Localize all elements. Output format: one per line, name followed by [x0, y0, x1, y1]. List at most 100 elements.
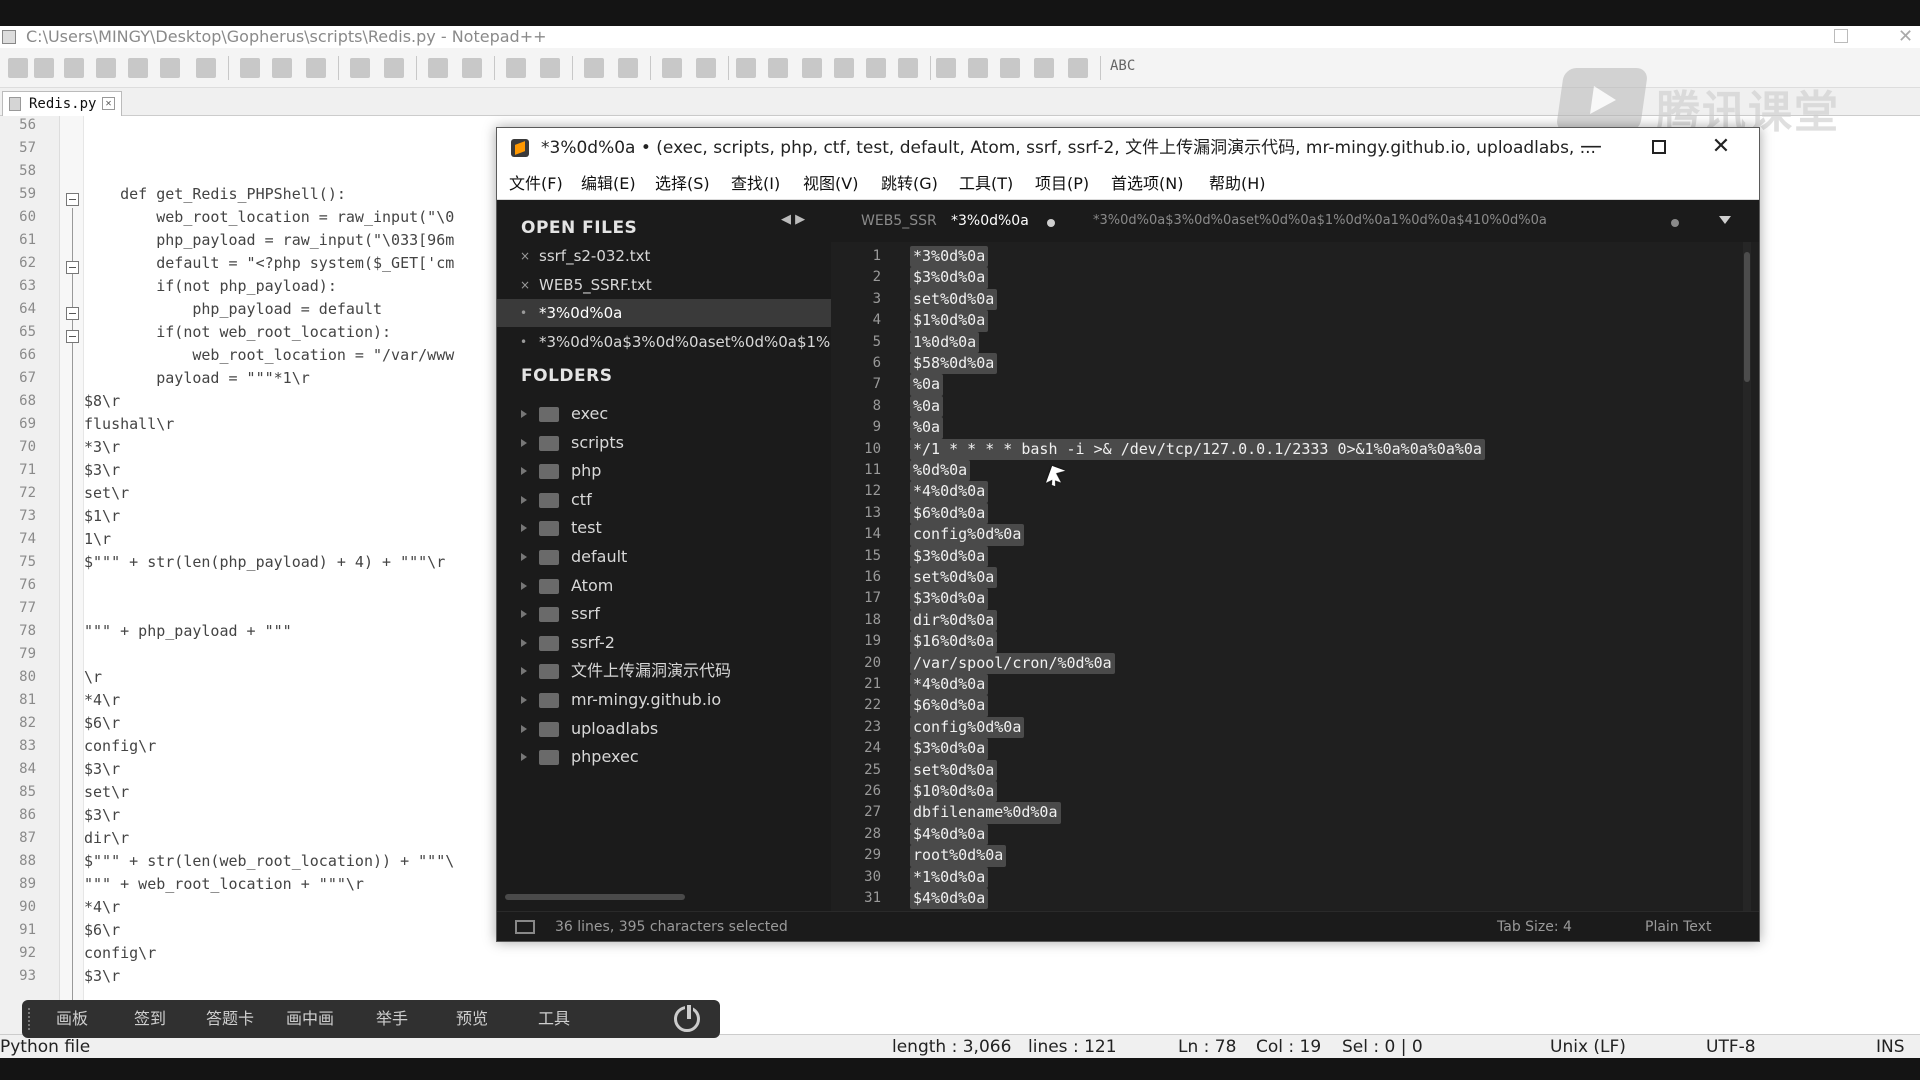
- folder-item[interactable]: uploadlabs: [497, 715, 831, 743]
- folder-item[interactable]: 文件上传漏洞演示代码: [497, 657, 831, 685]
- expand-arrow-icon[interactable]: [521, 667, 527, 676]
- unsaved-dot-icon[interactable]: •: [520, 299, 527, 327]
- maximize-button[interactable]: [1631, 128, 1687, 168]
- menu-project[interactable]: 项目(P): [1035, 168, 1089, 200]
- sidebar-scrollbar[interactable]: [505, 894, 685, 900]
- tab-redis-py[interactable]: Redis.py ✕: [2, 91, 122, 116]
- expand-arrow-icon[interactable]: [521, 753, 527, 762]
- save-icon[interactable]: [64, 58, 84, 78]
- folder-item[interactable]: ssrf-2: [497, 629, 831, 657]
- expand-arrow-icon[interactable]: [521, 410, 527, 418]
- folder-item[interactable]: phpexec: [497, 743, 831, 771]
- power-icon[interactable]: [674, 1003, 700, 1032]
- restore-icon[interactable]: [1834, 29, 1848, 43]
- expand-arrow-icon[interactable]: [521, 610, 527, 619]
- close-tab-icon[interactable]: ✕: [102, 97, 115, 110]
- panel-toggle-icon[interactable]: [515, 920, 535, 934]
- folder-item[interactable]: exec: [497, 400, 831, 428]
- expand-arrow-icon[interactable]: [521, 581, 527, 590]
- close-icon[interactable]: ✕: [1898, 26, 1913, 48]
- close-all-icon[interactable]: [160, 58, 180, 78]
- open-file-icon[interactable]: [34, 58, 54, 78]
- monitoring-icon[interactable]: [898, 58, 918, 78]
- expand-arrow-icon[interactable]: [521, 696, 527, 704]
- folder-item[interactable]: test: [497, 514, 831, 542]
- close-button[interactable]: ✕: [1693, 128, 1749, 168]
- expand-arrow-icon[interactable]: [521, 553, 527, 561]
- menu-find[interactable]: 查找(I): [731, 168, 780, 200]
- folder-workspace-icon[interactable]: [866, 58, 886, 78]
- replace-icon[interactable]: [462, 58, 482, 78]
- sync-horizontal-icon[interactable]: [618, 58, 638, 78]
- new-file-icon[interactable]: [8, 58, 28, 78]
- tab-nav-arrows-icon[interactable]: ◀ ▶: [781, 212, 805, 227]
- print-icon[interactable]: [196, 58, 216, 78]
- menu-help[interactable]: 帮助(H): [1209, 168, 1266, 200]
- function-list-icon[interactable]: [834, 58, 854, 78]
- tools-button[interactable]: 工具: [538, 1000, 570, 1038]
- close-file-icon[interactable]: ×: [520, 242, 530, 270]
- picture-in-picture-button[interactable]: 画中画: [286, 1000, 334, 1038]
- folder-item[interactable]: ssrf: [497, 600, 831, 628]
- expand-arrow-icon[interactable]: [521, 438, 527, 447]
- menu-view[interactable]: 视图(V): [803, 168, 858, 200]
- minimize-button[interactable]: —: [1563, 128, 1619, 168]
- menu-preferences[interactable]: 首选项(N): [1111, 168, 1183, 200]
- menu-edit[interactable]: 编辑(E): [581, 168, 636, 200]
- checkin-button[interactable]: 签到: [134, 1000, 166, 1038]
- whiteboard-button[interactable]: 画板: [56, 1000, 88, 1038]
- folder-item[interactable]: scripts: [497, 429, 831, 457]
- open-file-item[interactable]: • *3%0d%0a$3%0d%0aset%0d%0a$1%(: [497, 328, 831, 356]
- indent-guide-icon[interactable]: [736, 58, 756, 78]
- menu-selection[interactable]: 选择(S): [655, 168, 710, 200]
- tab-active-payload[interactable]: *3%0d%0a: [951, 200, 1029, 242]
- undo-icon[interactable]: [350, 58, 370, 78]
- expand-arrow-icon[interactable]: [521, 724, 527, 733]
- tab-payload-full[interactable]: *3%0d%0a$3%0d%0aset%0d%0a$1%0d%0a1%0d%0a…: [1093, 200, 1547, 242]
- menu-file[interactable]: 文件(F): [509, 168, 563, 200]
- cut-icon[interactable]: [240, 58, 260, 78]
- folder-item[interactable]: ctf: [497, 486, 831, 514]
- open-file-item[interactable]: • *3%0d%0a: [497, 299, 831, 327]
- drag-handle-icon[interactable]: [28, 1008, 31, 1030]
- save-macro-icon[interactable]: [1068, 58, 1088, 78]
- expand-arrow-icon[interactable]: [521, 495, 527, 504]
- answer-sheet-button[interactable]: 答题卡: [206, 1000, 254, 1038]
- run-macro-multiple-icon[interactable]: [1034, 58, 1054, 78]
- zoom-in-icon[interactable]: [506, 58, 526, 78]
- close-file-icon[interactable]: [128, 58, 148, 78]
- save-all-icon[interactable]: [96, 58, 116, 78]
- preview-button[interactable]: 预览: [456, 1000, 488, 1038]
- expand-arrow-icon[interactable]: [521, 638, 527, 647]
- sync-scroll-icon[interactable]: [584, 58, 604, 78]
- tab-dropdown-icon[interactable]: [1719, 216, 1731, 224]
- word-wrap-icon[interactable]: [662, 58, 682, 78]
- record-macro-icon[interactable]: [936, 58, 956, 78]
- status-tab-size[interactable]: Tab Size: 4: [1497, 912, 1572, 942]
- sublime-editor[interactable]: 1 *3%0d%0a 2 $3%0d%0a 3 set%0d%0a 4 $1%0d%0a 5 1%…: [831, 242, 1759, 911]
- paste-icon[interactable]: [306, 58, 326, 78]
- status-syntax[interactable]: Plain Text: [1645, 912, 1711, 942]
- unsaved-dot-icon[interactable]: [1047, 219, 1055, 227]
- play-macro-icon[interactable]: [1000, 58, 1020, 78]
- unsaved-dot-icon[interactable]: [1671, 219, 1679, 227]
- user-language-icon[interactable]: [768, 58, 788, 78]
- folder-item[interactable]: php: [497, 457, 831, 485]
- raise-hand-button[interactable]: 举手: [376, 1000, 408, 1038]
- close-file-icon[interactable]: ×: [520, 271, 530, 299]
- unsaved-dot-icon[interactable]: •: [520, 328, 527, 356]
- folder-item[interactable]: default: [497, 543, 831, 571]
- status-eol[interactable]: Unix (LF): [1550, 1035, 1626, 1059]
- document-map-icon[interactable]: [802, 58, 822, 78]
- copy-icon[interactable]: [272, 58, 292, 78]
- stop-macro-icon[interactable]: [968, 58, 988, 78]
- open-file-item[interactable]: × WEB5_SSRF.txt: [497, 271, 831, 299]
- find-icon[interactable]: [428, 58, 448, 78]
- folder-item[interactable]: Atom: [497, 572, 831, 600]
- tab-web5-ssrf[interactable]: WEB5_SSR: [861, 200, 937, 242]
- show-all-chars-icon[interactable]: [696, 58, 716, 78]
- menu-tools[interactable]: 工具(T): [959, 168, 1013, 200]
- status-encoding[interactable]: UTF-8: [1706, 1035, 1756, 1059]
- open-file-item[interactable]: × ssrf_s2-032.txt: [497, 242, 831, 270]
- menu-goto[interactable]: 跳转(G): [881, 168, 938, 200]
